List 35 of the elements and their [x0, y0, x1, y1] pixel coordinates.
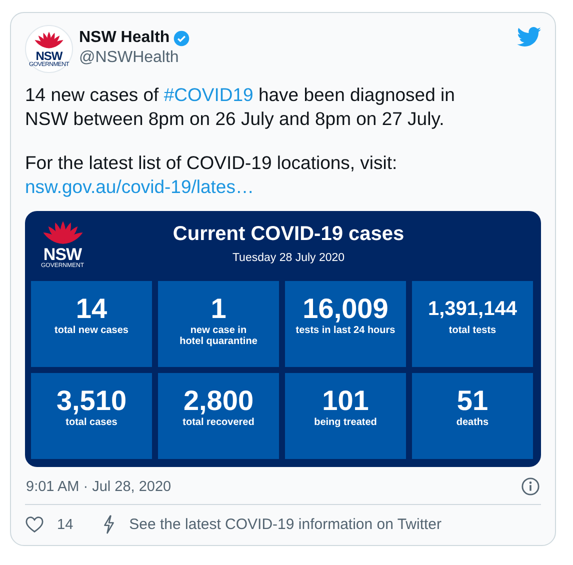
info-icon[interactable] [521, 477, 540, 496]
stat-value: 14 [76, 295, 108, 323]
logo-wordmark: NSW [43, 246, 82, 263]
infographic-date: Tuesday 28 July 2020 [232, 252, 345, 264]
tweet-text: For the latest list of COVID-19 locations, visit: nsw.gov.au/covid-19/lates… [25, 151, 398, 199]
stat-label: total tests [448, 325, 496, 336]
infographic-title: Current COVID-19 cases [172, 223, 404, 246]
stat-value: 51 [456, 387, 488, 415]
author-handle[interactable]: @NSWHealth [79, 49, 190, 67]
logo-wordmark: NSW [36, 50, 62, 62]
like-count: 14 [57, 516, 74, 532]
stat-label: being treated [314, 417, 377, 428]
waratah-icon [42, 219, 84, 246]
stat-value: 16,009 [302, 295, 388, 323]
stat-label: total new cases [54, 325, 128, 336]
tweet-link[interactable]: nsw.gov.au/covid-19/lates… [25, 176, 254, 197]
stat-label: total cases [66, 417, 118, 428]
timestamp[interactable]: 9:01 AM · Jul 28, 2020 [26, 478, 172, 494]
tweet-text: 14 new cases of #COVID19 have been diagnosed in NSW between 8pm on 26 July and 8pm on 27 July. [25, 83, 456, 131]
stat-label: deaths [456, 417, 489, 428]
stat-value: 101 [322, 387, 369, 415]
lightning-icon[interactable] [103, 515, 116, 534]
stat-label: new case in hotel quarantine [180, 325, 258, 347]
stat-label: tests in last 24 hours [296, 325, 396, 336]
heart-icon[interactable] [25, 516, 44, 533]
stat-value: 1,391,144 [428, 297, 517, 322]
stat-value: 3,510 [56, 387, 127, 415]
bird-icon[interactable] [517, 27, 541, 47]
stat-value: 2,800 [183, 387, 254, 415]
stat-label: total recovered [182, 417, 254, 428]
author-name[interactable]: NSW Health [79, 29, 170, 47]
waratah-icon [34, 30, 64, 50]
stat-value: 1 [210, 295, 226, 323]
covid-info-link[interactable]: See the latest COVID-19 information on Twitter [129, 516, 442, 533]
tweet-link[interactable]: #COVID19 [164, 84, 254, 105]
